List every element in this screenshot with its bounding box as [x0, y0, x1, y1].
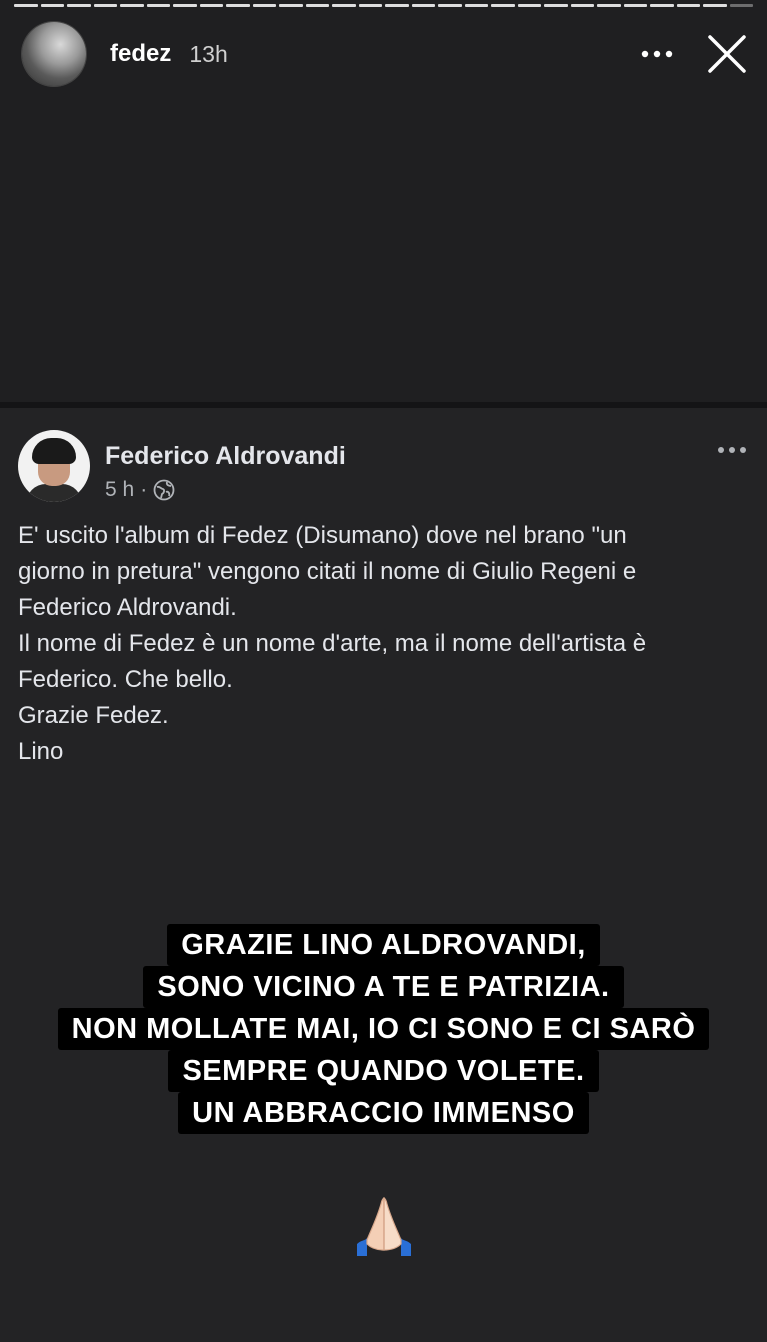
caption-line-text: UN ABBRACCIO IMMENSO: [178, 1092, 589, 1134]
story-progress-segment: [93, 4, 117, 7]
post-more-button[interactable]: [715, 440, 749, 460]
story-progress-segment: [199, 4, 223, 7]
post-text: E' uscito l'album di Fedez (Disumano) do…: [18, 522, 647, 765]
caption-line-text: SONO VICINO A TE E PATRIZIA.: [143, 966, 624, 1008]
close-button[interactable]: [703, 30, 751, 78]
story-progress-segment: [14, 4, 38, 7]
story-progress-segment: [358, 4, 382, 7]
story-progress-segment: [40, 4, 64, 7]
folded-hands-icon: [357, 1197, 411, 1256]
caption-line-text: SEMPRE QUANDO VOLETE.: [168, 1050, 599, 1092]
story-progress-segment: [252, 4, 276, 7]
caption-line: UN ABBRACCIO IMMENSO: [0, 1092, 767, 1134]
caption-line-text: GRAZIE LINO ALDROVANDI,: [167, 924, 600, 966]
post-author-name[interactable]: Federico Aldrovandi: [105, 442, 346, 471]
story-progress-segment: [676, 4, 700, 7]
story-time: 13h: [189, 40, 228, 67]
story-progress-segment: [411, 4, 435, 7]
post-header: Federico Aldrovandi 5 h ·: [18, 430, 749, 504]
caption-line: GRAZIE LINO ALDROVANDI,: [0, 924, 767, 966]
story-progress-segment: [120, 4, 144, 7]
story-header: fedez 13h: [22, 22, 751, 86]
post-time: 5 h: [105, 478, 135, 501]
more-dots-icon: [641, 50, 673, 58]
story-avatar[interactable]: [22, 22, 86, 86]
caption-line-text: NON MOLLATE MAI, IO CI SONO E CI SARÒ: [57, 1008, 710, 1050]
story-caption: GRAZIE LINO ALDROVANDI, SONO VICINO A TE…: [0, 924, 767, 1134]
story-progress-segment: [517, 4, 541, 7]
story-progress-segment: [464, 4, 488, 7]
story-progress-segment: [623, 4, 647, 7]
caption-line: SEMPRE QUANDO VOLETE.: [0, 1050, 767, 1092]
story-progress-segment: [332, 4, 356, 7]
story-progress-bar: [14, 4, 753, 7]
story-progress-segment: [729, 4, 753, 7]
story-progress-segment: [146, 4, 170, 7]
story-progress-segment: [597, 4, 621, 7]
caption-line: NON MOLLATE MAI, IO CI SONO E CI SARÒ: [0, 1008, 767, 1050]
story-username[interactable]: fedez: [110, 40, 171, 68]
post-author-avatar[interactable]: [18, 430, 90, 502]
more-options-button[interactable]: [637, 34, 677, 74]
story-progress-segment: [305, 4, 329, 7]
story-progress-segment: [279, 4, 303, 7]
folded-hands-emoji: [350, 1192, 418, 1260]
more-dots-icon: [718, 447, 746, 453]
story-progress-segment: [491, 4, 515, 7]
globe-icon: [153, 479, 175, 501]
caption-line: SONO VICINO A TE E PATRIZIA.: [0, 966, 767, 1008]
post-meta: 5 h ·: [105, 478, 175, 502]
story-progress-segment: [173, 4, 197, 7]
story-progress-segment: [544, 4, 568, 7]
story-progress-segment: [438, 4, 462, 7]
meta-separator: ·: [140, 478, 148, 501]
story-progress-segment: [703, 4, 727, 7]
story-progress-segment: [385, 4, 409, 7]
close-icon: [708, 35, 746, 73]
story-progress-segment: [67, 4, 91, 7]
story-progress-segment: [650, 4, 674, 7]
story-progress-segment: [570, 4, 594, 7]
story-progress-segment: [226, 4, 250, 7]
